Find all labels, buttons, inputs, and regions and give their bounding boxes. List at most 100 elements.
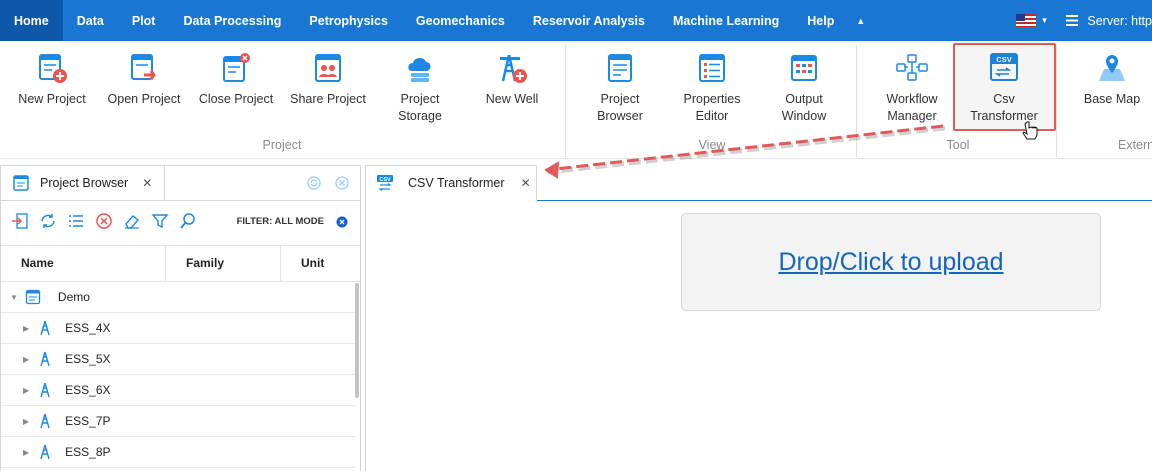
workflow-manager-button[interactable]: Workflow Manager bbox=[866, 51, 958, 131]
csv-transformer-highlight bbox=[953, 43, 1056, 131]
well-icon bbox=[40, 444, 50, 460]
group-label-view: View bbox=[698, 138, 726, 152]
project-icon bbox=[25, 289, 41, 305]
expand-caret-icon[interactable]: ▼ bbox=[10, 293, 18, 302]
menu-geomechanics[interactable]: Geomechanics bbox=[402, 0, 519, 41]
csv-transformer-panel: CSV CSV Transformer ✕ Drop/Click to uplo… bbox=[365, 165, 1152, 471]
tree-node-well[interactable]: ▶ ESS_5X bbox=[1, 344, 356, 375]
share-project-label: Share Project bbox=[290, 92, 366, 106]
project-storage-label-1: Project bbox=[400, 92, 440, 106]
list-icon[interactable] bbox=[67, 212, 85, 230]
project-browser-label-1: Project bbox=[600, 92, 640, 106]
expand-caret-icon[interactable]: ▶ bbox=[23, 355, 29, 364]
refresh-panel-icon[interactable] bbox=[307, 176, 321, 190]
new-well-label: New Well bbox=[485, 92, 539, 106]
expand-caret-icon[interactable]: ▶ bbox=[23, 448, 29, 457]
well-icon bbox=[40, 351, 50, 367]
workflow-manager-label-1: Workflow bbox=[886, 92, 938, 106]
menu-machine-learning[interactable]: Machine Learning bbox=[659, 0, 793, 41]
import-icon[interactable] bbox=[11, 212, 29, 230]
project-browser-icon bbox=[608, 54, 632, 82]
new-well-icon bbox=[500, 54, 527, 83]
tab-project-browser[interactable]: Project Browser ✕ bbox=[1, 166, 165, 201]
tree-node-well[interactable]: ▶ ESS_8P bbox=[1, 437, 356, 468]
column-unit-header[interactable]: Unit bbox=[301, 246, 324, 281]
us-flag-icon[interactable] bbox=[1016, 14, 1037, 27]
grid-header: Name Family Unit bbox=[1, 245, 360, 282]
upload-dropzone[interactable]: Drop/Click to upload bbox=[681, 213, 1101, 311]
menu-help[interactable]: Help bbox=[793, 0, 848, 41]
workflow-manager-icon bbox=[896, 54, 928, 81]
open-project-label: Open Project bbox=[107, 92, 181, 106]
project-browser-toolbar: FILTER: ALL MODE bbox=[1, 202, 360, 240]
well-node-label: ESS_7P bbox=[65, 414, 111, 428]
column-name-header[interactable]: Name bbox=[21, 246, 54, 281]
vertical-scrollbar[interactable] bbox=[355, 283, 359, 398]
properties-editor-label-1: Properties bbox=[683, 92, 741, 106]
well-node-label: ESS_6X bbox=[65, 383, 111, 397]
properties-editor-icon bbox=[699, 54, 725, 82]
new-project-icon bbox=[39, 54, 67, 83]
close-icon[interactable]: ✕ bbox=[142, 176, 152, 190]
menu-petrophysics[interactable]: Petrophysics bbox=[295, 0, 402, 41]
close-project-label: Close Project bbox=[198, 92, 274, 106]
new-well-button[interactable]: New Well bbox=[466, 51, 558, 131]
tab-csv-transformer[interactable]: CSV CSV Transformer ✕ bbox=[366, 165, 537, 201]
project-storage-button[interactable]: Project Storage bbox=[374, 51, 466, 131]
menu-data-processing[interactable]: Data Processing bbox=[169, 0, 295, 41]
output-window-icon bbox=[791, 55, 817, 81]
close-icon[interactable]: ✕ bbox=[521, 176, 531, 190]
project-browser-icon bbox=[13, 175, 29, 191]
menu-data[interactable]: Data bbox=[63, 0, 118, 41]
base-map-button[interactable]: Base Map bbox=[1066, 51, 1152, 131]
project-storage-label-2: Storage bbox=[398, 109, 442, 123]
close-project-button[interactable]: Close Project bbox=[190, 51, 282, 131]
properties-editor-button[interactable]: Properties Editor bbox=[666, 51, 758, 131]
column-family-header[interactable]: Family bbox=[186, 246, 224, 281]
well-node-label: ESS_5X bbox=[65, 352, 111, 366]
well-icon bbox=[40, 413, 50, 429]
output-window-button[interactable]: Output Window bbox=[758, 51, 850, 131]
close-panel-icon[interactable] bbox=[335, 176, 349, 190]
group-label-project: Project bbox=[262, 138, 302, 152]
filter-icon[interactable] bbox=[151, 212, 169, 230]
menu-reservoir-analysis[interactable]: Reservoir Analysis bbox=[519, 0, 659, 41]
csv-icon: CSV bbox=[377, 175, 393, 191]
group-separator bbox=[1056, 45, 1057, 157]
language-dropdown-icon[interactable]: ▼ bbox=[1040, 16, 1048, 25]
menu-plot[interactable]: Plot bbox=[118, 0, 170, 41]
menu-home[interactable]: Home bbox=[0, 0, 63, 41]
new-project-button[interactable]: New Project bbox=[6, 51, 98, 131]
sync-icon[interactable] bbox=[39, 212, 57, 230]
close-project-icon bbox=[223, 53, 250, 82]
expand-caret-icon[interactable]: ▶ bbox=[23, 324, 29, 333]
collapse-ribbon-icon[interactable]: ▲ bbox=[848, 16, 873, 26]
group-separator bbox=[565, 45, 566, 157]
search-icon[interactable] bbox=[179, 212, 197, 230]
share-project-button[interactable]: Share Project bbox=[282, 51, 374, 131]
well-icon bbox=[40, 382, 50, 398]
delete-icon[interactable] bbox=[95, 212, 113, 230]
group-label-external: Extern bbox=[1118, 138, 1152, 152]
project-browser-label-2: Browser bbox=[597, 109, 643, 123]
clear-filter-icon[interactable] bbox=[336, 216, 348, 228]
base-map-label: Base Map bbox=[1083, 92, 1141, 106]
workflow-manager-label-2: Manager bbox=[887, 109, 937, 123]
upload-link[interactable]: Drop/Click to upload bbox=[778, 248, 1003, 277]
project-browser-panel: Project Browser ✕ FILTER: ALL MODE Name … bbox=[0, 165, 361, 471]
open-project-button[interactable]: Open Project bbox=[98, 51, 190, 131]
eraser-icon[interactable] bbox=[123, 212, 141, 230]
expand-caret-icon[interactable]: ▶ bbox=[23, 386, 29, 395]
project-browser-button[interactable]: Project Browser bbox=[574, 51, 666, 131]
new-project-label: New Project bbox=[18, 92, 86, 106]
tree-node-project[interactable]: ▼ Demo bbox=[1, 282, 356, 313]
tree-node-well[interactable]: ▶ ESS_6X bbox=[1, 375, 356, 406]
open-project-icon bbox=[131, 54, 156, 80]
tree-node-well[interactable]: ▶ ESS_4X bbox=[1, 313, 356, 344]
column-divider[interactable] bbox=[165, 246, 166, 281]
column-divider[interactable] bbox=[280, 246, 281, 281]
expand-caret-icon[interactable]: ▶ bbox=[23, 417, 29, 426]
tree-node-well[interactable]: ▶ ESS_7P bbox=[1, 406, 356, 437]
menubar: Home Data Plot Data Processing Petrophys… bbox=[0, 0, 1152, 41]
svg-text:CSV: CSV bbox=[379, 177, 391, 183]
